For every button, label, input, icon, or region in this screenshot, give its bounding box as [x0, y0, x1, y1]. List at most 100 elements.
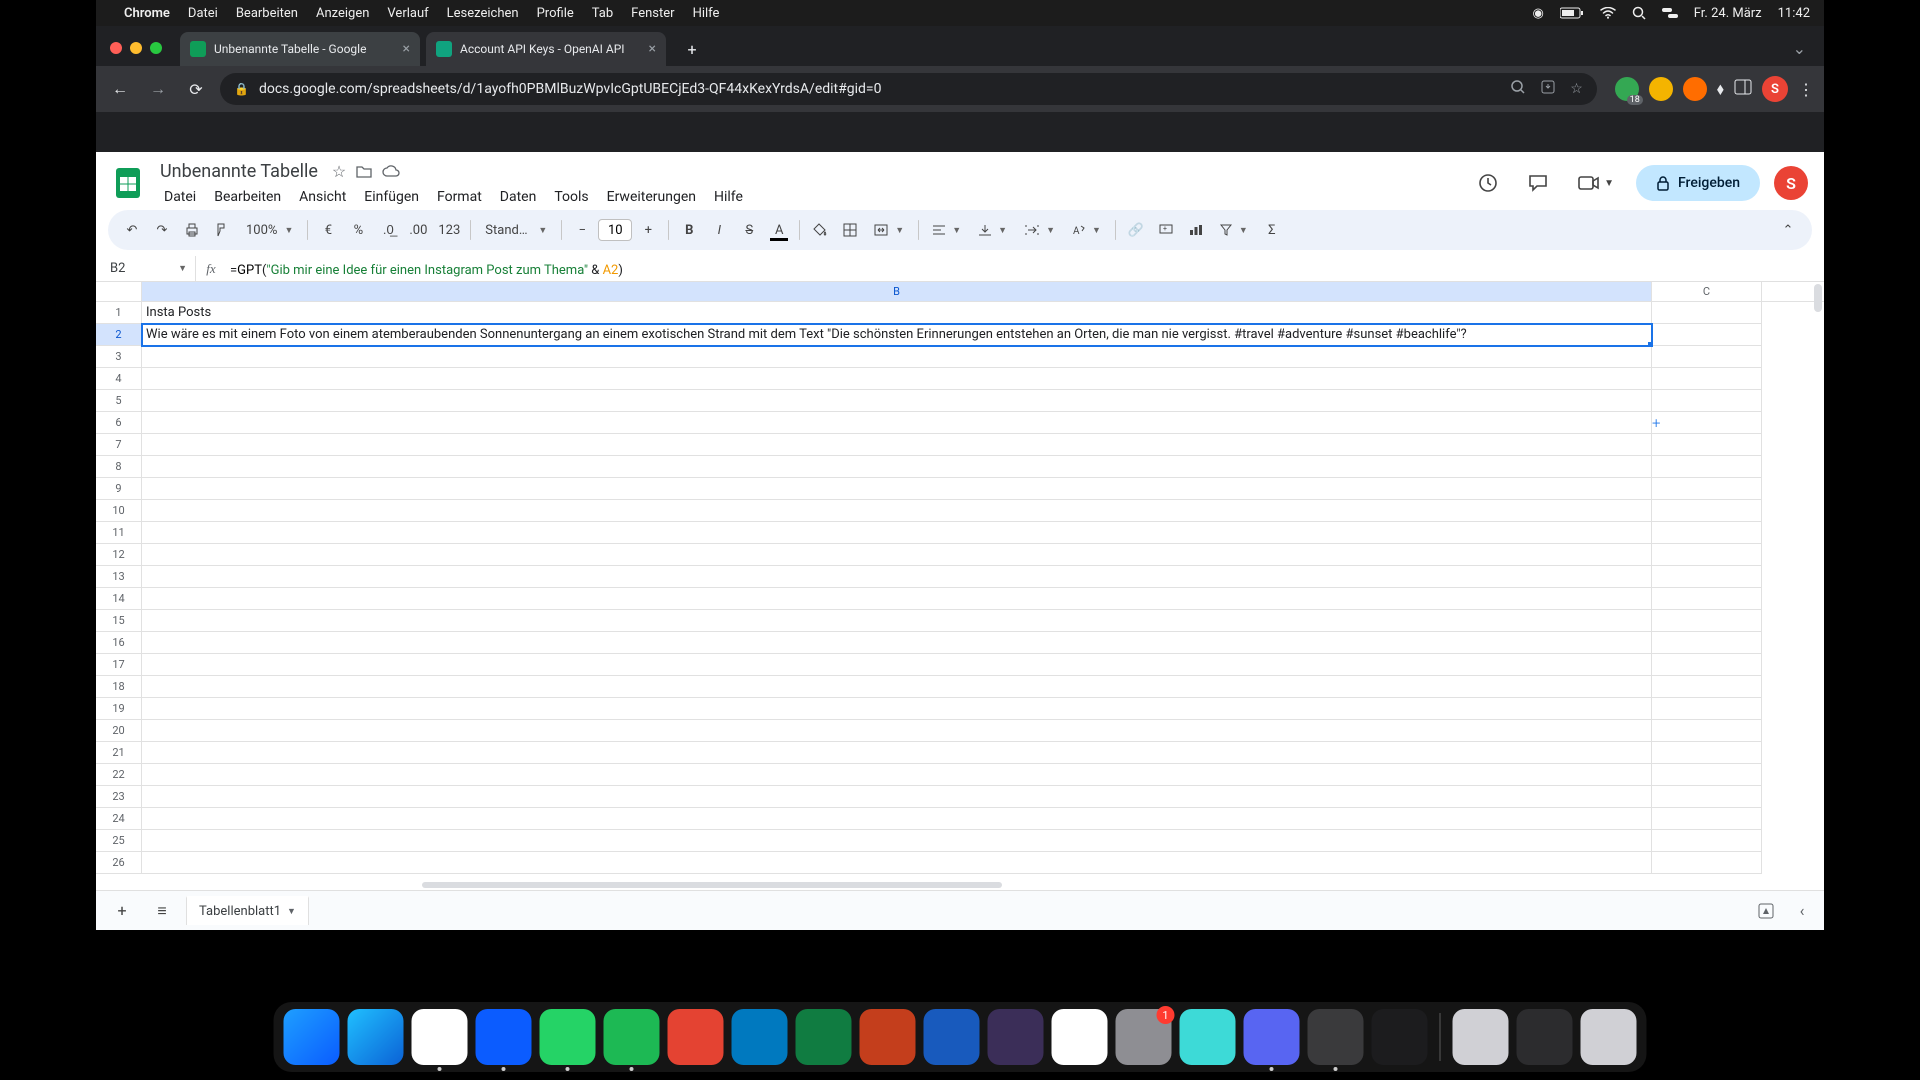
menubar-item[interactable]: Fenster — [631, 6, 674, 21]
dock-app-preview[interactable] — [1453, 1009, 1509, 1065]
autofill-plus-icon[interactable]: + — [1652, 414, 1660, 432]
cell-b4[interactable] — [142, 368, 1652, 390]
sheets-logo-icon[interactable] — [108, 163, 148, 203]
dock-app-drive[interactable] — [1052, 1009, 1108, 1065]
menubar-item[interactable]: Lesezeichen — [447, 6, 519, 21]
borders-button[interactable] — [836, 216, 864, 244]
column-header-b[interactable]: B — [142, 282, 1652, 301]
cell-b26[interactable] — [142, 852, 1652, 874]
spreadsheet-grid[interactable]: B C 1Insta Posts2Wie wäre es mit einem F… — [96, 282, 1824, 890]
row-header[interactable]: 2 — [96, 324, 142, 346]
cell-b11[interactable] — [142, 522, 1652, 544]
row-header[interactable]: 18 — [96, 676, 142, 698]
dock-app-chrome[interactable] — [412, 1009, 468, 1065]
cell-b24[interactable] — [142, 808, 1652, 830]
menu-tools[interactable]: Tools — [546, 186, 596, 208]
font-size-input[interactable]: 10 — [598, 219, 632, 241]
row-header[interactable]: 7 — [96, 434, 142, 456]
cell-b6[interactable] — [142, 412, 1652, 434]
sidepanel-icon[interactable] — [1734, 79, 1752, 99]
row-header[interactable]: 16 — [96, 632, 142, 654]
menubar-item[interactable]: Verlauf — [387, 6, 428, 21]
battery-icon[interactable] — [1560, 7, 1584, 19]
chrome-menu-icon[interactable]: ⋮ — [1798, 80, 1814, 99]
cell-c1[interactable] — [1652, 302, 1762, 324]
dock-app-powerpoint[interactable] — [860, 1009, 916, 1065]
font-size-increase[interactable]: + — [634, 216, 662, 244]
cell-c16[interactable] — [1652, 632, 1762, 654]
zoom-icon[interactable] — [1510, 79, 1526, 99]
window-close-icon[interactable] — [110, 42, 122, 54]
cell-b3[interactable] — [142, 346, 1652, 368]
row-header[interactable]: 24 — [96, 808, 142, 830]
cell-c2[interactable] — [1652, 324, 1762, 346]
menubar-item[interactable]: Hilfe — [693, 6, 720, 21]
rotate-button[interactable]: A▼ — [1065, 216, 1109, 244]
bookmark-icon[interactable]: ☆ — [1570, 81, 1583, 97]
cell-c13[interactable] — [1652, 566, 1762, 588]
cell-c14[interactable] — [1652, 588, 1762, 610]
italic-button[interactable]: I — [705, 216, 733, 244]
menu-format[interactable]: Format — [429, 186, 490, 208]
menubar-date[interactable]: Fr. 24. März — [1694, 6, 1762, 21]
cell-c4[interactable] — [1652, 368, 1762, 390]
dock-app-excel[interactable] — [796, 1009, 852, 1065]
install-icon[interactable] — [1540, 79, 1556, 99]
row-header[interactable]: 13 — [96, 566, 142, 588]
back-button[interactable]: ← — [106, 75, 134, 103]
screen-record-icon[interactable]: ◉ — [1532, 6, 1543, 21]
cell-b7[interactable] — [142, 434, 1652, 456]
cell-b16[interactable] — [142, 632, 1652, 654]
strike-button[interactable]: S — [735, 216, 763, 244]
paint-format-button[interactable] — [208, 216, 236, 244]
cell-b8[interactable] — [142, 456, 1652, 478]
cell-c26[interactable] — [1652, 852, 1762, 874]
cell-c12[interactable] — [1652, 544, 1762, 566]
cell-b2[interactable]: Wie wäre es mit einem Foto von einem ate… — [142, 324, 1652, 346]
all-sheets-button[interactable]: ≡ — [146, 895, 178, 927]
cell-b17[interactable] — [142, 654, 1652, 676]
cell-c3[interactable] — [1652, 346, 1762, 368]
move-icon[interactable] — [356, 164, 372, 178]
print-button[interactable] — [178, 216, 206, 244]
menubar-item[interactable]: Datei — [188, 6, 218, 21]
cell-c6[interactable] — [1652, 412, 1762, 434]
cell-c23[interactable] — [1652, 786, 1762, 808]
decrease-decimal-button[interactable]: .0̲ — [374, 216, 402, 244]
reload-button[interactable]: ⟳ — [182, 75, 210, 103]
row-header[interactable]: 5 — [96, 390, 142, 412]
dock-app-todoist[interactable] — [668, 1009, 724, 1065]
row-header[interactable]: 17 — [96, 654, 142, 676]
cell-c9[interactable] — [1652, 478, 1762, 500]
cell-c20[interactable] — [1652, 720, 1762, 742]
row-header[interactable]: 25 — [96, 830, 142, 852]
dock-app-zoom[interactable] — [476, 1009, 532, 1065]
row-header[interactable]: 3 — [96, 346, 142, 368]
cell-c17[interactable] — [1652, 654, 1762, 676]
menu-ansicht[interactable]: Ansicht — [291, 186, 354, 208]
dock-app-whatsapp[interactable] — [540, 1009, 596, 1065]
vertical-scrollbar[interactable] — [1810, 282, 1824, 890]
add-sheet-button[interactable]: + — [106, 895, 138, 927]
row-header[interactable]: 23 — [96, 786, 142, 808]
cell-c21[interactable] — [1652, 742, 1762, 764]
address-bar[interactable]: 🔒 docs.google.com/spreadsheets/d/1ayofh0… — [220, 73, 1597, 105]
row-header[interactable]: 11 — [96, 522, 142, 544]
new-tab-button[interactable]: + — [678, 35, 706, 63]
menubar-item[interactable]: Bearbeiten — [236, 6, 298, 21]
share-button[interactable]: Freigeben — [1636, 165, 1760, 201]
cell-b5[interactable] — [142, 390, 1652, 412]
extension-icon[interactable] — [1683, 77, 1707, 101]
link-button[interactable]: 🔗 — [1122, 216, 1150, 244]
menu-erweiterungen[interactable]: Erweiterungen — [599, 186, 704, 208]
cell-b1[interactable]: Insta Posts — [142, 302, 1652, 324]
spotlight-icon[interactable] — [1632, 6, 1646, 20]
cell-c8[interactable] — [1652, 456, 1762, 478]
cell-b12[interactable] — [142, 544, 1652, 566]
cell-c18[interactable] — [1652, 676, 1762, 698]
side-panel-toggle[interactable]: ‹ — [1790, 901, 1814, 920]
row-header[interactable]: 6 — [96, 412, 142, 434]
menu-einfuegen[interactable]: Einfügen — [356, 186, 427, 208]
cell-b9[interactable] — [142, 478, 1652, 500]
dock-app-safari[interactable] — [348, 1009, 404, 1065]
